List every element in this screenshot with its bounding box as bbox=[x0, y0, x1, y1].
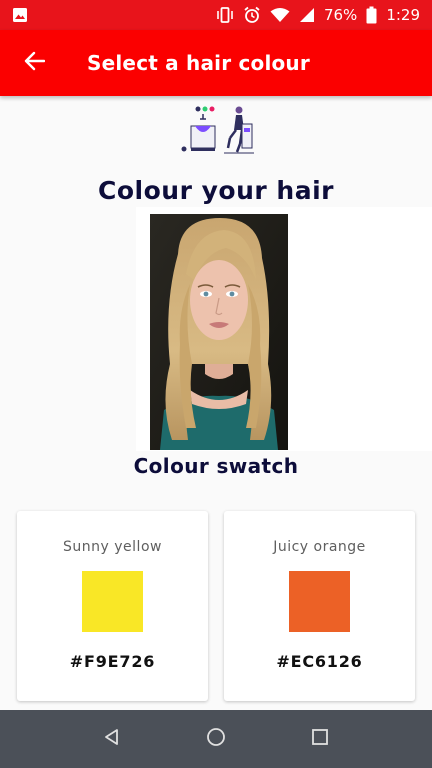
signal-icon bbox=[299, 7, 315, 23]
status-bar: 76% 1:29 bbox=[0, 0, 432, 30]
recents-square-icon bbox=[311, 728, 329, 750]
alarm-icon bbox=[243, 6, 261, 24]
swatch-heading: Colour swatch bbox=[133, 454, 299, 478]
section-heading: Colour your hair bbox=[98, 176, 334, 205]
swatch-name: Sunny yellow bbox=[63, 539, 162, 555]
battery-percent: 76% bbox=[323, 6, 358, 24]
home-circle-icon bbox=[206, 727, 226, 751]
nav-recents-button[interactable] bbox=[300, 719, 340, 759]
nav-home-button[interactable] bbox=[196, 719, 236, 759]
swatch-name: Juicy orange bbox=[273, 539, 366, 555]
arrow-left-icon bbox=[23, 50, 46, 76]
gallery-icon bbox=[12, 7, 28, 23]
back-triangle-icon bbox=[102, 727, 122, 751]
vibrate-icon bbox=[216, 6, 234, 24]
swatch-card-sunny-yellow[interactable]: Sunny yellow #F9E726 bbox=[17, 511, 208, 701]
back-button[interactable] bbox=[12, 41, 56, 85]
swatch-color-chip bbox=[82, 571, 143, 632]
battery-icon bbox=[366, 6, 377, 24]
swatch-color-chip bbox=[289, 571, 350, 632]
system-nav-bar bbox=[0, 710, 432, 768]
nav-back-button[interactable] bbox=[92, 719, 132, 759]
swatch-hex-code: #EC6126 bbox=[276, 652, 363, 671]
clock: 1:29 bbox=[386, 6, 420, 24]
page-title: Select a hair colour bbox=[87, 51, 310, 75]
swatch-card-juicy-orange[interactable]: Juicy orange #EC6126 bbox=[224, 511, 415, 701]
hair-preview-photo[interactable] bbox=[150, 214, 288, 450]
hair-salon-illustration bbox=[176, 104, 256, 156]
swatch-hex-code: #F9E726 bbox=[69, 652, 156, 671]
app-bar: Select a hair colour bbox=[0, 30, 432, 96]
wifi-icon bbox=[270, 7, 290, 23]
